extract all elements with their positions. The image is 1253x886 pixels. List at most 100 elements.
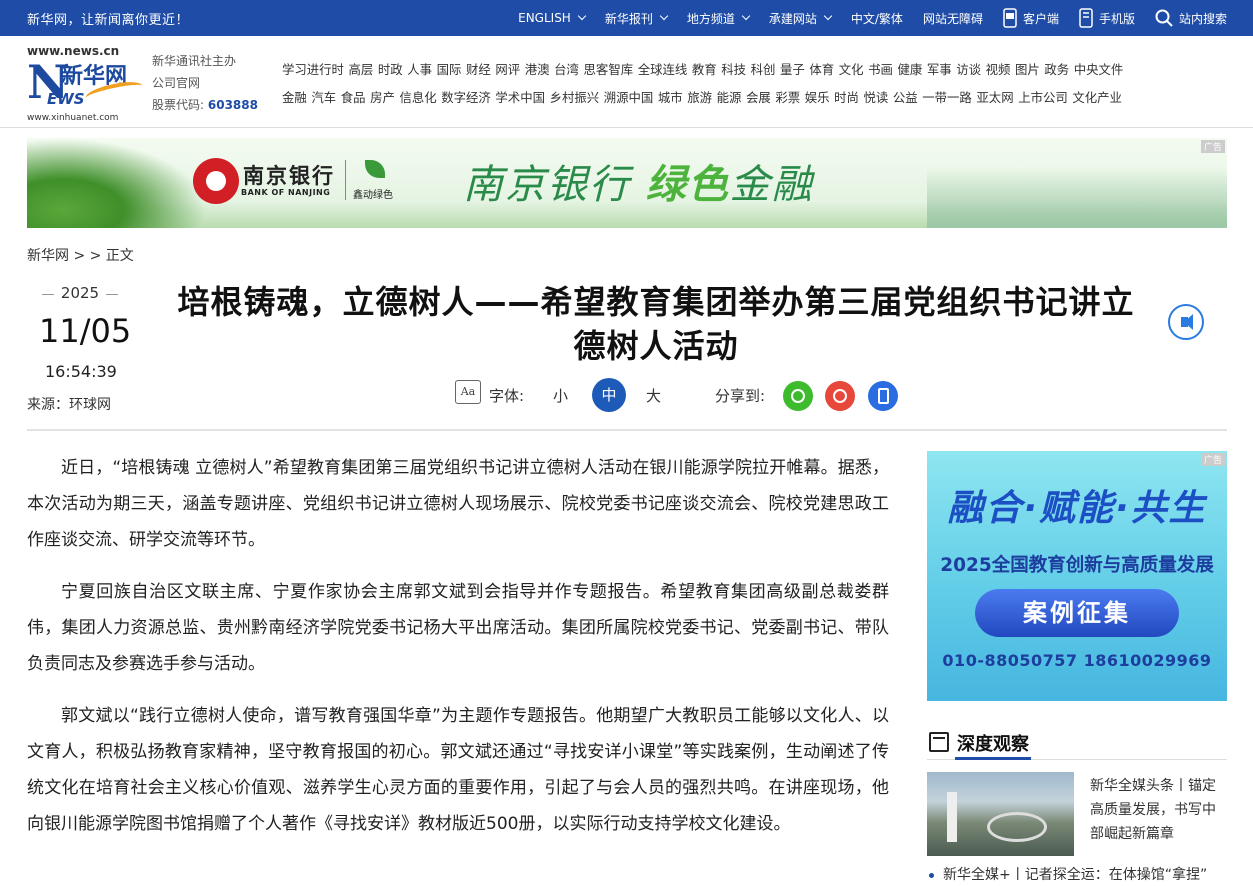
- channel-link[interactable]: 文化: [839, 62, 864, 77]
- channel-link[interactable]: 访谈: [956, 62, 981, 77]
- channel-link[interactable]: 旅游: [687, 90, 712, 105]
- article-paragraph: 郭文斌以“践行立德树人使命，谱写教育强国华章”为主题作专题报告。他期望广大教职员…: [27, 706, 889, 834]
- channel-link[interactable]: 学术中国: [495, 90, 545, 105]
- app-icon: [1003, 8, 1017, 28]
- deep-section-header: 深度观察: [927, 728, 1227, 760]
- channel-link[interactable]: 学习进行时: [282, 62, 344, 77]
- channel-link[interactable]: 食品: [341, 90, 366, 105]
- channel-link[interactable]: 科创: [751, 62, 776, 77]
- channel-link[interactable]: 溯源中国: [604, 90, 654, 105]
- nav-mobile-label: 手机版: [1098, 11, 1135, 26]
- logo-url: www.xinhuanet.com: [27, 113, 119, 123]
- channel-link[interactable]: 体育: [809, 62, 834, 77]
- ad-city-art: [927, 168, 1227, 228]
- banner-ad[interactable]: 南京银行 BANK OF NANJING 鑫动绿色 南京银行 绿色金融 广告: [27, 138, 1227, 228]
- nav-built-sites[interactable]: 承建网站: [769, 10, 833, 27]
- deep-list-item-text: 新华全媒+丨记者探全运：在体操馆“拿捏”: [943, 867, 1208, 883]
- share-mobile-button[interactable]: [868, 381, 898, 411]
- side-ad[interactable]: 广告 融合·赋能·共生 2025全国教育创新与高质量发展 案例征集 010-88…: [927, 451, 1227, 701]
- channel-link[interactable]: 全球连线: [638, 62, 688, 77]
- audio-play-button[interactable]: [1168, 304, 1204, 340]
- chevron-down-icon: [741, 11, 751, 21]
- channel-link[interactable]: 会展: [746, 90, 771, 105]
- share-wechat-button[interactable]: [783, 381, 813, 411]
- channel-link[interactable]: 时政: [378, 62, 403, 77]
- channel-link[interactable]: 高层: [349, 62, 374, 77]
- nav-english[interactable]: ENGLISH: [518, 11, 587, 25]
- deep-item-image[interactable]: [927, 772, 1074, 856]
- channel-link[interactable]: 军事: [927, 62, 952, 77]
- side-ad-button[interactable]: 案例征集: [975, 589, 1179, 637]
- channel-link[interactable]: 娱乐: [805, 90, 830, 105]
- channel-link[interactable]: 思客智库: [584, 62, 634, 77]
- channel-link[interactable]: 彩票: [775, 90, 800, 105]
- channel-link[interactable]: 一带一路: [922, 90, 972, 105]
- leaf-icon: [365, 160, 385, 178]
- channel-link[interactable]: 教育: [692, 62, 717, 77]
- channel-link[interactable]: 时尚: [834, 90, 859, 105]
- channel-link[interactable]: 上市公司: [1018, 90, 1068, 105]
- nav-mobile[interactable]: 手机版: [1079, 8, 1135, 28]
- publish-time: 16:54:39: [45, 362, 117, 381]
- channel-link[interactable]: 政务: [1044, 62, 1069, 77]
- deep-item-title[interactable]: 新华全媒头条丨锚定高质量发展，书写中部崛起新篇章: [1090, 774, 1228, 846]
- breadcrumb[interactable]: 新华网 > > 正文: [27, 245, 134, 265]
- nav-accessibility[interactable]: 网站无障碍: [923, 10, 983, 27]
- stock-code[interactable]: 603888: [208, 98, 258, 112]
- channel-link[interactable]: 财经: [466, 62, 491, 77]
- share-weibo-button[interactable]: [825, 381, 855, 411]
- channel-link[interactable]: 亚太网: [976, 90, 1013, 105]
- ad-slogan-a: 南京银行: [463, 162, 631, 208]
- channel-link[interactable]: 中央文件: [1074, 62, 1124, 77]
- nav-newspapers[interactable]: 新华报刊: [604, 10, 669, 27]
- nav-client-app[interactable]: 客户端: [1003, 8, 1059, 28]
- channel-link[interactable]: 图片: [1015, 62, 1040, 77]
- channel-link[interactable]: 国际: [437, 62, 462, 77]
- font-small-button[interactable]: 小: [553, 385, 568, 406]
- nav-search-label: 站内搜索: [1178, 11, 1227, 26]
- channel-link[interactable]: 港澳: [525, 62, 550, 77]
- channel-link[interactable]: 悦读: [864, 90, 889, 105]
- side-ad-phones: 010-88050757 18610029969: [942, 651, 1212, 670]
- deep-list-item[interactable]: 新华全媒+丨记者探全运：在体操馆“拿捏”: [929, 864, 1227, 884]
- channel-link[interactable]: 人事: [407, 62, 432, 77]
- phone-icon: [1079, 8, 1093, 28]
- publish-date: 11/05: [39, 312, 132, 350]
- channel-link[interactable]: 金融: [282, 90, 307, 105]
- channel-link[interactable]: 量子: [780, 62, 805, 77]
- channel-link[interactable]: 网评: [495, 62, 520, 77]
- channel-link[interactable]: 房产: [370, 90, 395, 105]
- logo-ews-mark: EWS: [47, 90, 85, 108]
- nav-site-search[interactable]: 站内搜索: [1155, 9, 1227, 27]
- channel-link[interactable]: 乡村振兴: [550, 90, 600, 105]
- ad-slogan: 南京银行 绿色金融: [463, 152, 814, 210]
- bank-logo-icon: [193, 158, 239, 204]
- channel-link[interactable]: 公益: [893, 90, 918, 105]
- channel-link[interactable]: 台湾: [554, 62, 579, 77]
- channel-link[interactable]: 视频: [986, 62, 1011, 77]
- channel-link[interactable]: 城市: [658, 90, 683, 105]
- xinhua-logo[interactable]: www.news.cn N 新华网 EWS www.xinhuanet.com: [27, 44, 145, 123]
- org-line-2: 公司官网: [152, 76, 201, 90]
- site-slogan: 新华网，让新闻离你更近！: [27, 13, 190, 28]
- nav-language-switch[interactable]: 中文/繁体: [851, 10, 903, 27]
- nav-newspapers-label: 新华报刊: [604, 11, 653, 26]
- nav-local-channels[interactable]: 地方频道: [687, 10, 751, 27]
- channel-link[interactable]: 汽车: [311, 90, 336, 105]
- side-ad-headline: 融合·赋能·共生: [947, 488, 1207, 529]
- channel-link[interactable]: 能源: [717, 90, 742, 105]
- ad-slogan-c: 金融: [729, 162, 814, 208]
- font-large-button[interactable]: 大: [646, 385, 661, 406]
- bullet-icon: [929, 872, 934, 878]
- channel-link[interactable]: 文化产业: [1072, 90, 1122, 105]
- channel-link[interactable]: 科技: [721, 62, 746, 77]
- bank-en-name: BANK OF NANJING: [241, 188, 331, 197]
- channel-link[interactable]: 数字经济: [441, 90, 491, 105]
- channel-link[interactable]: 健康: [897, 62, 922, 77]
- nav-accessibility-label: 网站无障碍: [922, 11, 983, 26]
- ad-tag: 广告: [1200, 140, 1225, 153]
- bank-name: 南京银行: [243, 164, 335, 188]
- channel-link[interactable]: 信息化: [400, 90, 437, 105]
- font-medium-button[interactable]: 中: [592, 378, 626, 412]
- channel-link[interactable]: 书画: [868, 62, 893, 77]
